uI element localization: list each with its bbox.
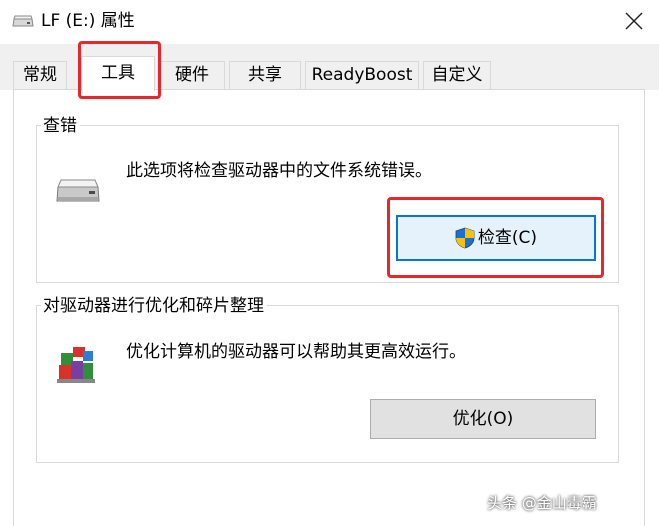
tab-customize[interactable]: 自定义 [423, 61, 491, 89]
tab-general[interactable]: 常规 [13, 61, 67, 89]
tab-tools[interactable]: 工具 [81, 56, 155, 91]
tab-label: 共享 [248, 65, 282, 85]
optimize-group [36, 305, 619, 463]
check-button-label: 检查(C) [477, 228, 538, 248]
error-check-description: 此选项将检查驱动器中的文件系统错误。 [126, 161, 432, 181]
check-button[interactable]: 检查(C) [396, 215, 596, 261]
watermark: 头条 @金山毒霸 [487, 494, 597, 512]
title-bar: LF (E:) 属性 [0, 0, 659, 44]
drive-icon [55, 177, 101, 211]
tab-label: 常规 [23, 65, 57, 85]
optimize-description: 优化计算机的驱动器可以帮助其更高效运行。 [126, 342, 466, 362]
defrag-icon [55, 343, 99, 389]
tab-label: 工具 [101, 63, 135, 83]
close-button[interactable] [615, 4, 653, 38]
tab-label: ReadyBoost [311, 65, 413, 85]
error-check-title: 查错 [41, 115, 80, 137]
tab-sharing[interactable]: 共享 [229, 61, 301, 89]
tab-label: 自定义 [431, 65, 483, 85]
tab-readyboost[interactable]: ReadyBoost [305, 61, 419, 89]
optimize-title: 对驱动器进行优化和碎片整理 [41, 295, 267, 317]
uac-shield-icon [455, 227, 475, 249]
optimize-button-label: 优化(O) [452, 409, 514, 429]
optimize-button[interactable]: 优化(O) [370, 399, 596, 439]
window-title: LF (E:) 属性 [41, 11, 135, 31]
tab-hardware[interactable]: 硬件 [159, 61, 225, 89]
close-icon [625, 12, 643, 30]
tab-label: 硬件 [175, 65, 209, 85]
drive-icon [12, 13, 34, 27]
